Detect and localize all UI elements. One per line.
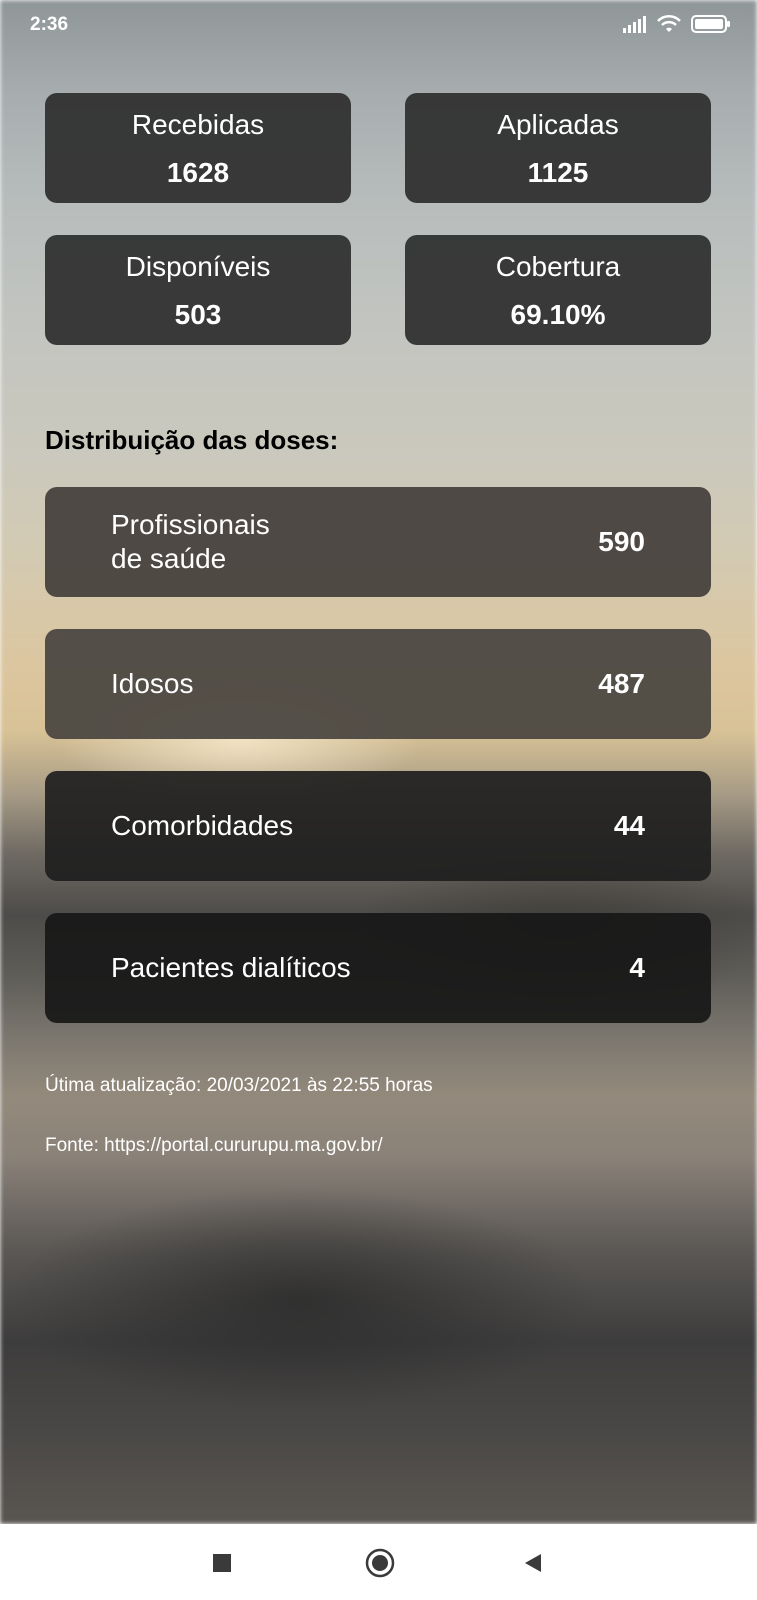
status-icons <box>623 14 731 34</box>
status-time: 2:36 <box>30 14 69 35</box>
dist-label: Comorbidades <box>111 810 294 841</box>
card-value: 1628 <box>166 157 230 188</box>
dist-label: Profissionais de saúde <box>111 508 270 576</box>
dist-value: 590 <box>598 526 645 557</box>
card-label: Disponíveis <box>125 251 271 282</box>
card-label: Cobertura <box>495 251 621 282</box>
card-aplicadas: Aplicadas 1125 <box>405 93 711 203</box>
section-title: Distribuição das doses: <box>45 425 339 455</box>
card-label: Aplicadas <box>497 109 619 140</box>
status-bar: 2:36 <box>0 0 757 50</box>
card-disponiveis: Disponíveis 503 <box>45 235 351 345</box>
last-update-text: Útima atualização: 20/03/2021 às 22:55 h… <box>45 1075 433 1096</box>
dist-row-comorbidades: Comorbidades 44 <box>45 771 711 881</box>
background-image <box>0 0 757 1524</box>
wifi-icon <box>657 14 681 32</box>
dist-label: Idosos <box>111 668 194 699</box>
signal-icon <box>623 16 646 33</box>
source-link[interactable]: Fonte: https://portal.cururupu.ma.gov.br… <box>45 1135 383 1157</box>
navigation-bar <box>0 1524 757 1600</box>
card-value: 69.10% <box>510 299 606 330</box>
dist-row-dialiticos: Pacientes dialíticos 4 <box>45 913 711 1023</box>
dist-row-profissionais: Profissionais de saúde 590 <box>45 487 711 597</box>
battery-icon <box>691 15 730 33</box>
card-value: 1125 <box>527 157 589 188</box>
dist-value: 487 <box>598 668 645 699</box>
card-cobertura: Cobertura 69.10% <box>405 235 711 345</box>
dist-value: 44 <box>613 810 645 841</box>
home-circle-icon[interactable] <box>365 1548 395 1578</box>
card-value: 503 <box>174 299 222 330</box>
dist-label: Pacientes dialíticos <box>111 952 351 983</box>
dist-label-line2: de saúde <box>111 543 227 574</box>
card-label: Recebidas <box>131 109 265 140</box>
card-recebidas: Recebidas 1628 <box>45 93 351 203</box>
dist-row-idosos: Idosos 487 <box>45 629 711 739</box>
dist-label-line1: Profissionais <box>111 509 270 540</box>
recents-square-icon[interactable] <box>212 1553 232 1573</box>
back-triangle-icon[interactable] <box>523 1553 543 1573</box>
dist-value: 4 <box>629 952 645 983</box>
